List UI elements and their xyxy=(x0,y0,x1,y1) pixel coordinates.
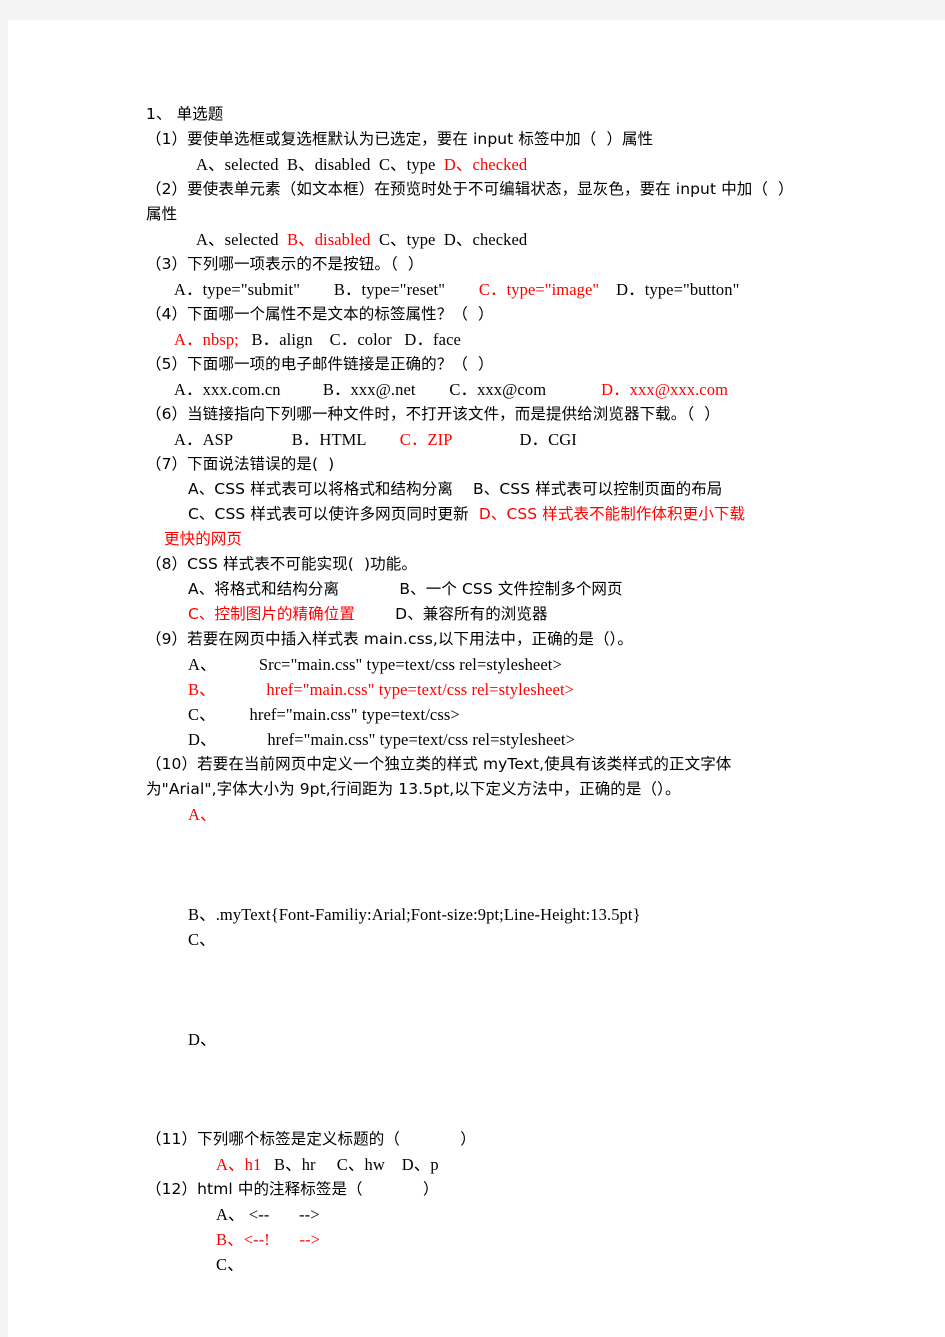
question-3-option-d: D．type="button" xyxy=(599,280,740,299)
question-9-option-d: D、 href="main.css" type=text/css rel=sty… xyxy=(146,727,836,752)
section-heading: 1、 单选题 xyxy=(146,105,224,123)
question-10-option-d: D、 xyxy=(146,1027,836,1052)
question-2-answer-option: B、disabled xyxy=(287,230,371,249)
question-8-options-ab: A、将格式和结构分离 B、一个 CSS 文件控制多个网页 xyxy=(146,577,836,602)
question-4-options: A．nbsp; B．align C．color D．face xyxy=(146,327,836,352)
question-9-option-b-text: B、 href="main.css" type=text/css rel=sty… xyxy=(188,680,575,699)
question-7-options-ab: A、CSS 样式表可以将格式和结构分离 B、CSS 样式表可以控制页面的布局 xyxy=(146,477,836,502)
question-5-options-abc: A．xxx.com.cn B．xxx@.net C．xxx@com xyxy=(174,380,602,399)
question-1-options: A、selected B、disabled C、type D、checked xyxy=(146,152,836,177)
question-7-option-c: C、CSS 样式表可以使许多网页同时更新 xyxy=(188,505,479,523)
question-12-option-a-text: A、 <-- --> xyxy=(216,1205,320,1224)
question-9-option-c-text: C、 href="main.css" type=text/css> xyxy=(188,705,460,724)
question-9-option-d-text: D、 href="main.css" type=text/css rel=sty… xyxy=(188,730,575,749)
question-10-stem-line1: （10）若要在当前网页中定义一个独立类的样式 myText,使具有该类样式的正文… xyxy=(146,755,732,773)
question-10-answer-option: A、 xyxy=(146,802,836,827)
question-2-options-cd: C、type D、checked xyxy=(370,230,528,249)
question-8-options-cd: C、控制图片的精确位置 D、兼容所有的浏览器 xyxy=(146,602,836,627)
question-10-option-d-text: D、 xyxy=(188,1030,217,1049)
question-9-option-a: A、 Src="main.css" type=text/css rel=styl… xyxy=(146,652,836,677)
question-10-option-a-text: A、 xyxy=(188,805,217,824)
question-6-options: A．ASP B．HTML C．ZIP D．CGI xyxy=(146,427,836,452)
question-3-options: A．type="submit" B．type="reset" C．type="i… xyxy=(146,277,836,302)
question-8-answer-option: C、控制图片的精确位置 xyxy=(188,605,355,623)
question-6-answer-option: C．ZIP xyxy=(399,430,452,449)
question-4-options-bcd: B．align C．color D．face xyxy=(238,330,461,349)
question-4-answer-option: A．nbsp; xyxy=(174,330,239,349)
question-11-answer-option: A、h1 xyxy=(216,1155,262,1174)
question-10-stem-line2: 为"Arial",字体大小为 9pt,行间距为 13.5pt,以下定义方法中，正… xyxy=(146,780,681,798)
question-7-options-cd: C、CSS 样式表可以使许多网页同时更新 D、CSS 样式表不能制作体积更小下载 xyxy=(146,502,836,527)
question-3-stem: （3）下列哪一项表示的不是按钮。（ ） xyxy=(146,255,424,273)
question-8-option-d: D、兼容所有的浏览器 xyxy=(354,605,548,623)
question-1-answer-option: D、checked xyxy=(443,155,528,174)
question-7-option-d-continued-text: 更快的网页 xyxy=(164,530,243,548)
question-10-option-b-text: B、.myText{Font-Familiy:Arial;Font-size:9… xyxy=(188,905,641,924)
question-6-option-d: D．CGI xyxy=(451,430,577,449)
question-9-answer-option: B、 href="main.css" type=text/css rel=sty… xyxy=(146,677,836,702)
document-page: 1、 单选题 （1）要使单选框或复选框默认为已选定，要在 input 标签中加（… xyxy=(8,20,945,1337)
question-2-stem-line1: （2）要使表单元素（如文本框）在预览时处于不可编辑状态，显灰色，要在 input… xyxy=(146,180,794,198)
question-7-stem: （7）下面说法错误的是( ) xyxy=(146,455,335,473)
question-10-option-b: B、.myText{Font-Familiy:Arial;Font-size:9… xyxy=(146,902,836,927)
question-12-option-c: C、 xyxy=(146,1252,836,1277)
question-12-option-c-text: C、 xyxy=(216,1255,244,1274)
question-4-stem: （4）下面哪一个属性不是文本的标签属性？（ ） xyxy=(146,305,494,323)
question-12-option-b-text: B、<--! --> xyxy=(216,1230,321,1249)
question-1-options-plain: A、selected B、disabled C、type xyxy=(196,155,444,174)
question-12-answer-option: B、<--! --> xyxy=(146,1227,836,1252)
question-9-option-a-text: A、 Src="main.css" type=text/css rel=styl… xyxy=(188,655,562,674)
question-5-stem: （5）下面哪一项的电子邮件链接是正确的？（ ） xyxy=(146,355,494,373)
question-9-option-c: C、 href="main.css" type=text/css> xyxy=(146,702,836,727)
question-3-answer-option: C．type="image" xyxy=(478,280,600,299)
question-1-stem: （1）要使单选框或复选框默认为已选定，要在 input 标签中加（ ）属性 xyxy=(146,130,654,148)
question-3-options-ab: A．type="submit" B．type="reset" xyxy=(174,280,479,299)
question-12-stem: （12）html 中的注释标签是（ ） xyxy=(146,1180,439,1198)
question-2-option-a: A、selected xyxy=(196,230,287,249)
question-10-option-c-text: C、 xyxy=(188,930,216,949)
question-6-stem: （6）当链接指向下列哪一种文件时，不打开该文件，而是提供给浏览器下载。（ ） xyxy=(146,405,720,423)
question-11-options-bcd: B、hr C、hw D、p xyxy=(261,1155,439,1174)
question-5-options: A．xxx.com.cn B．xxx@.net C．xxx@com D．xxx@… xyxy=(146,377,836,402)
question-11-stem: （11）下列哪个标签是定义标题的（ ） xyxy=(146,1130,476,1148)
question-2-stem-line2: 属性 xyxy=(146,205,178,223)
question-12-option-a: A、 <-- --> xyxy=(146,1202,836,1227)
question-5-answer-option: D．xxx@xxx.com xyxy=(601,380,729,399)
question-7-options-ab-text: A、CSS 样式表可以将格式和结构分离 B、CSS 样式表可以控制页面的布局 xyxy=(188,480,723,498)
question-9-stem: （9）若要在网页中插入样式表 main.css,以下用法中，正确的是（）。 xyxy=(146,630,633,648)
question-7-answer-option: D、CSS 样式表不能制作体积更小下载 xyxy=(478,505,746,523)
question-11-options: A、h1 B、hr C、hw D、p xyxy=(146,1152,836,1177)
question-7-option-d-continued: 更快的网页 xyxy=(146,527,836,552)
question-6-options-ab: A．ASP B．HTML xyxy=(174,430,400,449)
question-10-option-c: C、 xyxy=(146,927,836,952)
document-content: 1、 单选题 （1）要使单选框或复选框默认为已选定，要在 input 标签中加（… xyxy=(146,102,836,1277)
question-8-options-ab-text: A、将格式和结构分离 B、一个 CSS 文件控制多个网页 xyxy=(188,580,623,598)
question-2-options: A、selected B、disabled C、type D、checked xyxy=(146,227,836,252)
question-8-stem: （8）CSS 样式表不可能实现( )功能。 xyxy=(146,555,417,573)
